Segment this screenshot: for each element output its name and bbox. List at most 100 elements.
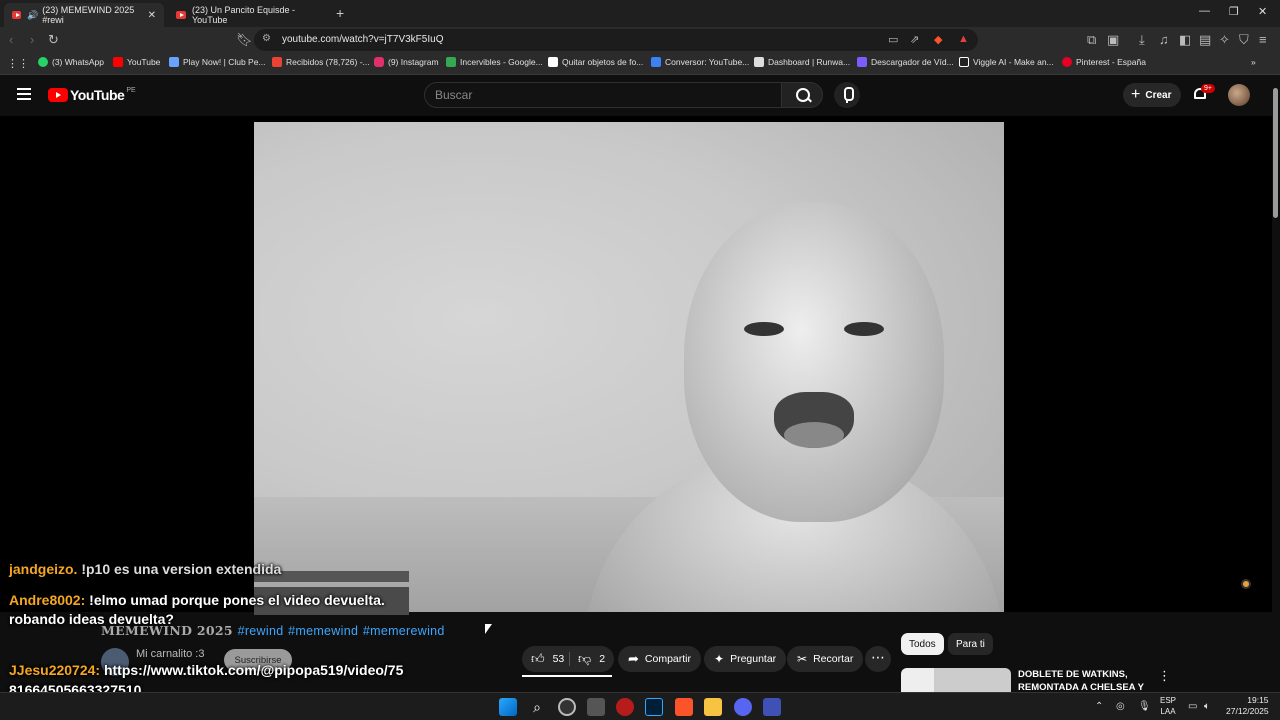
cast-icon[interactable]: ▭	[888, 33, 898, 46]
create-button[interactable]: + Crear	[1123, 83, 1181, 107]
photoshop-taskbar-icon[interactable]	[645, 698, 663, 716]
bookmark-drive[interactable]: Incervibles - Google...	[446, 57, 543, 67]
new-tab-button[interactable]: +	[336, 5, 344, 21]
close-window-button[interactable]: ✕	[1258, 5, 1267, 18]
language-indicator[interactable]: ESP LAA	[1160, 695, 1176, 717]
extensions-icon[interactable]: ⧉	[1087, 32, 1096, 48]
download-icon[interactable]: ⤓	[1139, 32, 1145, 48]
restore-button[interactable]: ❐	[1229, 5, 1239, 18]
hashtag-link[interactable]: #memewind	[288, 624, 358, 638]
youtube-logo[interactable]: YouTube PE	[48, 87, 136, 103]
like-separator	[569, 652, 570, 666]
bookmark-youtube[interactable]: YouTube	[113, 57, 160, 67]
search-input[interactable]	[435, 87, 765, 103]
recommended-more-icon[interactable]: ⋮	[1158, 668, 1171, 684]
chat-text: robando ideas devuelta?	[9, 611, 174, 627]
sparkle-icon: ✦	[714, 652, 725, 666]
avatar[interactable]	[1228, 84, 1250, 106]
tray-display-icon[interactable]: ▭	[1188, 701, 1197, 712]
hashtag-link[interactable]: #memerewind	[363, 624, 445, 638]
scrollbar-thumb[interactable]	[1273, 88, 1278, 218]
back-arrow-icon[interactable]: ‹	[9, 32, 13, 47]
file-explorer-taskbar-icon[interactable]	[704, 698, 722, 716]
more-bookmarks-icon[interactable]: »	[1251, 57, 1256, 67]
video-frame[interactable]	[254, 122, 1004, 612]
share-button[interactable]: ➦ Compartir	[618, 646, 701, 672]
brave-shield-icon[interactable]: ◆	[934, 33, 942, 46]
bookmark-instagram[interactable]: (9) Instagram	[374, 57, 439, 67]
ask-button[interactable]: ✦ Preguntar	[704, 646, 787, 672]
chat-user: jandgeizo.	[9, 561, 78, 577]
bookmark-whatsapp[interactable]: (3) WhatsApp	[38, 57, 104, 67]
bookmark-viggle[interactable]: Viggle AI - Make an...	[959, 57, 1054, 67]
channel-watermark-icon[interactable]	[1241, 579, 1251, 589]
bookmark-clubpe[interactable]: Play Now! | Club Pe...	[169, 57, 266, 67]
like-underline	[522, 675, 612, 677]
vegas-taskbar-icon[interactable]	[763, 698, 781, 716]
bookmark-conversor[interactable]: Conversor: YouTube...	[651, 57, 749, 67]
pinterest-icon	[1062, 57, 1072, 67]
system-clock[interactable]: 19:15 27/12/2025	[1226, 695, 1269, 717]
bookmark-label: Conversor: YouTube...	[665, 57, 750, 67]
brave-rewards-icon[interactable]: ▲	[958, 33, 969, 45]
bookmark-icon[interactable]: 🔖︎	[236, 32, 253, 48]
bookmark-runway[interactable]: Dashboard | Runwa...	[754, 57, 850, 67]
windows-taskbar: ⌕ ⌃ ◎ 🎙︎ ESP LAA ▭ 🔈︎ 19:15 27/12/2025	[0, 692, 1280, 720]
discord-taskbar-icon[interactable]	[734, 698, 752, 716]
tray-network-icon[interactable]: ◎	[1116, 701, 1125, 712]
bookmark-label: Recibidos (78,726) -...	[286, 57, 370, 67]
bookmark-descargador[interactable]: Descargador de Víd...	[857, 57, 954, 67]
recommended-thumbnail[interactable]	[901, 668, 1011, 692]
minimize-button[interactable]: —	[1199, 5, 1210, 17]
forward-arrow-icon[interactable]: ›	[30, 32, 34, 47]
chat-user: Andre8002:	[9, 592, 86, 608]
tray-chevron-icon[interactable]: ⌃	[1095, 701, 1103, 712]
search-taskbar-icon[interactable]: ⌕	[528, 698, 546, 716]
apps-grid-icon[interactable]: ⋮⋮	[7, 57, 29, 70]
recommended-title[interactable]: DOBLETE DE WATKINS, REMONTADA A CHELSEA …	[1018, 668, 1148, 694]
like-dislike-group: 👍︎ 53 👎︎ 2	[522, 646, 614, 677]
menu-icon[interactable]: ≡	[1259, 32, 1267, 47]
youtube-header: YouTube PE + Crear 9+	[0, 76, 1280, 116]
search-button[interactable]	[781, 82, 823, 108]
app-taskbar-icon[interactable]	[587, 698, 605, 716]
music-icon[interactable]: ♫	[1159, 32, 1169, 47]
like-button[interactable]: 👍︎ 53	[531, 651, 564, 667]
chip-todos[interactable]: Todos	[901, 633, 944, 655]
voice-search-icon[interactable]	[834, 82, 860, 108]
sidebar-icon[interactable]: ◧	[1179, 32, 1191, 48]
tab-manager-icon[interactable]: ▣	[1107, 32, 1119, 48]
vpn-icon[interactable]: ⛉	[1239, 32, 1249, 48]
site-info-icon[interactable]: ⚙	[262, 33, 271, 44]
hashtag-link[interactable]: #rewind	[238, 624, 284, 638]
video-player-area[interactable]	[0, 116, 1280, 612]
reload-icon[interactable]: ↻	[48, 32, 59, 48]
bookmark-gmail[interactable]: Recibidos (78,726) -...	[272, 57, 370, 67]
youtube-favicon-icon	[176, 11, 186, 19]
tray-mic-icon[interactable]: 🎙︎	[1138, 701, 1151, 712]
menu-hamburger-icon[interactable]	[17, 88, 31, 100]
windows-start-icon[interactable]	[499, 698, 517, 716]
dislike-button[interactable]: 👎︎ 2	[578, 651, 605, 667]
logo-text: YouTube	[70, 87, 125, 103]
share-icon[interactable]: ⇗	[910, 33, 919, 46]
browser-tab-active[interactable]: 🔊 (23) MEMEWIND 2025 #rewi ✕	[4, 3, 164, 27]
runway-icon	[754, 57, 764, 67]
more-actions-icon[interactable]: ⋯	[865, 646, 891, 672]
bookmark-pinterest[interactable]: Pinterest - España	[1062, 57, 1146, 67]
brave-taskbar-icon[interactable]	[675, 698, 693, 716]
scissors-icon: ✂	[797, 652, 808, 666]
browser-tab[interactable]: (23) Un Pancito Equisde - YouTube	[168, 3, 328, 27]
chip-para-ti[interactable]: Para ti	[948, 633, 993, 655]
clip-button[interactable]: ✂ Recortar	[787, 646, 864, 672]
channel-name[interactable]: Mi carnalito :3	[136, 648, 204, 660]
bookmark-quitar[interactable]: Quitar objetos de fo...	[548, 57, 643, 67]
address-bar[interactable]: ⚙ youtube.com/watch?v=jT7V3kF5IuQ ▭ ⇗ ◆ …	[254, 29, 978, 51]
chrome-taskbar-icon[interactable]	[558, 698, 576, 716]
close-tab-icon[interactable]: ✕	[148, 10, 156, 21]
tray-volume-icon[interactable]: 🔈︎	[1204, 701, 1210, 712]
record-taskbar-icon[interactable]	[616, 698, 634, 716]
leo-ai-icon[interactable]: ✧	[1219, 32, 1230, 48]
page-scrollbar[interactable]	[1272, 78, 1280, 688]
wallet-icon[interactable]: ▤	[1199, 32, 1211, 48]
